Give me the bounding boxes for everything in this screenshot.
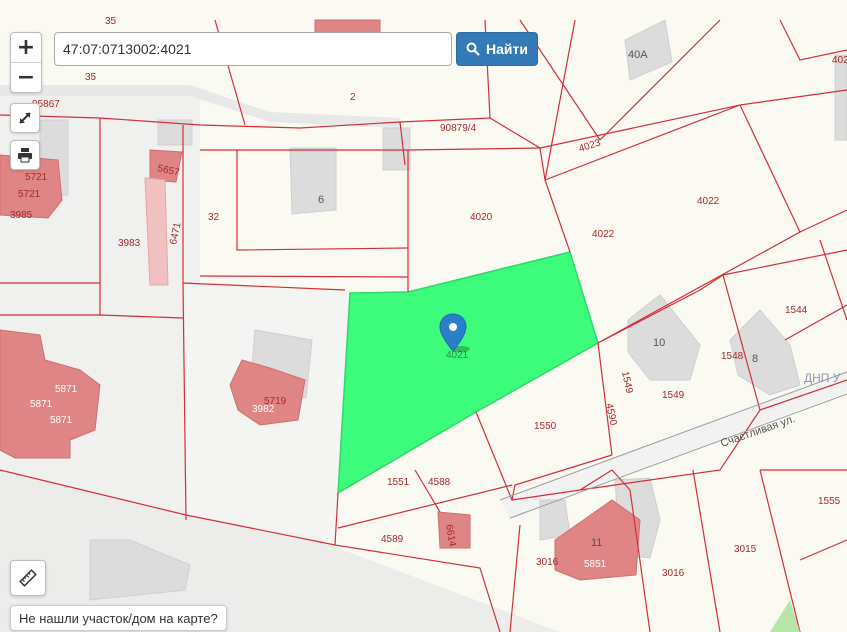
ruler-icon xyxy=(11,561,45,595)
parcel-label-5721-a: 5721 xyxy=(25,172,48,183)
zoom-control: + − xyxy=(10,32,42,93)
parcel-label-4020: 4020 xyxy=(470,212,493,223)
parcel-label-4588: 4588 xyxy=(428,477,451,488)
fullscreen-button[interactable] xyxy=(10,103,40,133)
zoom-in-button[interactable]: + xyxy=(11,33,41,62)
parcel-label-8: 8 xyxy=(752,353,758,365)
map-canvas[interactable]: 35 2 40А 402 90879/4 95867 35 5657 5721 … xyxy=(0,0,847,632)
not-found-button[interactable]: Не нашли участок/дом на карте? xyxy=(10,605,227,631)
search-icon xyxy=(466,42,480,56)
parcel-label-1551: 1551 xyxy=(387,477,410,488)
parcel-label-5871-c: 5871 xyxy=(50,415,73,426)
parcel-label-5871-a: 5871 xyxy=(55,384,78,395)
parcel-label-6: 6 xyxy=(318,194,324,206)
cadastral-search-input[interactable] xyxy=(54,32,452,66)
parcel-label-5851: 5851 xyxy=(584,559,607,570)
parcel-label-90879-4: 90879/4 xyxy=(440,123,477,134)
parcel-label-402: 402 xyxy=(832,55,847,66)
parcel-label-1550: 1550 xyxy=(534,421,557,432)
parcel-label-40a: 40А xyxy=(628,49,648,61)
parcel-label-4022-a: 4022 xyxy=(697,196,720,207)
parcel-label-3016-b: 3016 xyxy=(662,568,685,579)
search-button[interactable]: Найти xyxy=(456,32,538,66)
parcel-label-1549: 1549 xyxy=(662,390,685,401)
map-svg[interactable]: 35 2 40А 402 90879/4 95867 35 5657 5721 … xyxy=(0,0,847,632)
parcel-label-3983: 3983 xyxy=(118,238,141,249)
parcel-label-1548: 1548 xyxy=(721,351,744,362)
parcel-label-35-top: 35 xyxy=(105,16,117,27)
print-icon xyxy=(11,141,39,169)
ruler-button[interactable] xyxy=(10,560,46,596)
zoom-out-button[interactable]: − xyxy=(11,62,41,92)
parcel-label-5721-b: 5721 xyxy=(18,189,41,200)
parcel-label-3015: 3015 xyxy=(734,544,757,555)
parcel-label-2: 2 xyxy=(350,92,356,103)
parcel-label-1544: 1544 xyxy=(785,305,808,316)
expand-icon xyxy=(11,104,39,132)
area-label-dnp: ДНП У xyxy=(804,371,841,385)
parcel-label-11: 11 xyxy=(591,537,602,549)
parcel-label-4022-b: 4022 xyxy=(592,229,615,240)
not-found-label: Не нашли участок/дом на карте? xyxy=(19,610,218,626)
parcel-label-10: 10 xyxy=(653,337,665,349)
parcel-label-1555: 1555 xyxy=(818,496,841,507)
parcel-label-3985: 3985 xyxy=(10,210,33,221)
print-button[interactable] xyxy=(10,140,40,170)
search-button-label: Найти xyxy=(486,41,528,57)
parcel-label-4589: 4589 xyxy=(381,534,404,545)
parcel-label-3016-a: 3016 xyxy=(536,557,559,568)
parcel-label-32: 32 xyxy=(208,212,220,223)
parcel-label-35: 35 xyxy=(85,72,97,83)
parcel-label-3982: 3982 xyxy=(252,404,275,415)
parcel-label-5871-b: 5871 xyxy=(30,399,53,410)
